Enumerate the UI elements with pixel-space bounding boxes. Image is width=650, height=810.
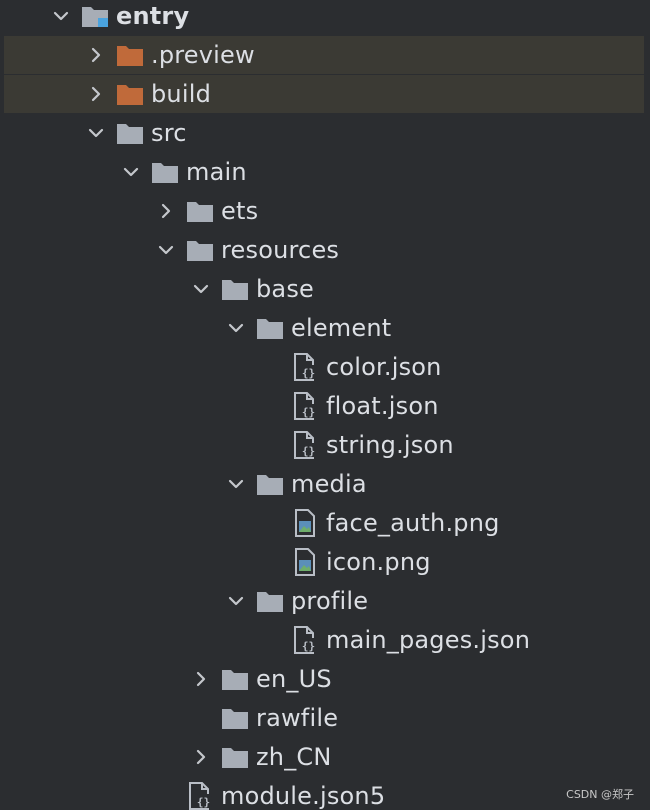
tree-row[interactable]: element [0,309,650,347]
tree-item-label: icon.png [326,548,431,576]
json-file-icon: {} [185,782,215,810]
chevron-down-icon[interactable] [225,473,247,495]
excluded-folder-icon [115,81,145,107]
tree-row[interactable]: {} module.json5 [0,777,650,810]
folder-icon [255,588,285,614]
tree-row[interactable]: resources [0,231,650,269]
chevron-down-icon[interactable] [120,161,142,183]
excluded-folder-icon [115,42,145,68]
chevron-right-icon[interactable] [190,668,212,690]
tree-item-label: string.json [326,431,454,459]
tree-item-label: element [291,314,392,342]
folder-icon [185,198,215,224]
chevron-down-icon[interactable] [85,122,107,144]
chevron-down-icon[interactable] [155,239,177,261]
tree-row[interactable]: {} color.json [0,348,650,386]
folder-icon [115,120,145,146]
tree-item-label: base [256,275,315,303]
svg-text:{}: {} [302,367,315,380]
folder-icon [220,666,250,692]
folder-icon [220,276,250,302]
tree-row[interactable]: build [4,75,644,113]
tree-row[interactable]: entry [0,0,650,35]
tree-item-label: src [151,119,187,147]
tree-row[interactable]: src [0,114,650,152]
folder-icon [220,705,250,731]
chevron-down-icon[interactable] [225,317,247,339]
tree-item-label: entry [116,2,190,30]
chevron-down-icon[interactable] [50,5,72,27]
chevron-right-icon[interactable] [190,746,212,768]
tree-row[interactable]: face_auth.png [0,504,650,542]
tree-item-label: media [291,470,367,498]
tree-item-label: ets [221,197,259,225]
chevron-right-icon[interactable] [155,200,177,222]
json-file-icon: {} [290,392,320,420]
folder-icon [255,471,285,497]
tree-row[interactable]: {} main_pages.json [0,621,650,659]
tree-item-label: resources [221,236,340,264]
tree-row[interactable]: rawfile [0,699,650,737]
chevron-down-icon[interactable] [225,590,247,612]
json-file-icon: {} [290,626,320,654]
module-folder-icon [80,3,110,29]
folder-icon [220,744,250,770]
chevron-right-icon[interactable] [85,83,107,105]
image-file-icon [290,509,320,537]
tree-row[interactable]: en_US [0,660,650,698]
svg-text:{}: {} [302,640,315,653]
tree-row[interactable]: main [0,153,650,191]
tree-item-label: zh_CN [256,743,332,771]
tree-row[interactable]: media [0,465,650,503]
tree-row[interactable]: {} float.json [0,387,650,425]
tree-item-label: color.json [326,353,442,381]
tree-row[interactable]: .preview [4,36,644,74]
folder-icon [255,315,285,341]
tree-item-label: main_pages.json [326,626,531,654]
json-file-icon: {} [290,353,320,381]
tree-row[interactable]: icon.png [0,543,650,581]
json-file-icon: {} [290,431,320,459]
svg-text:{}: {} [302,445,315,458]
chevron-right-icon[interactable] [85,44,107,66]
tree-row[interactable]: {} string.json [0,426,650,464]
tree-row[interactable]: base [0,270,650,308]
tree-item-label: main [186,158,247,186]
project-tree: entry .preview build src main ets resources bas… [0,0,650,810]
chevron-down-icon[interactable] [190,278,212,300]
tree-item-label: rawfile [256,704,339,732]
tree-row[interactable]: profile [0,582,650,620]
tree-item-label: .preview [151,41,255,69]
tree-row[interactable]: zh_CN [0,738,650,776]
svg-text:{}: {} [197,796,210,809]
tree-item-label: profile [291,587,369,615]
tree-item-label: face_auth.png [326,509,500,537]
folder-icon [185,237,215,263]
tree-item-label: float.json [326,392,439,420]
folder-icon [150,159,180,185]
watermark: CSDN @郑子 [566,788,634,801]
svg-text:{}: {} [302,406,315,419]
tree-row[interactable]: ets [0,192,650,230]
tree-item-label: module.json5 [221,782,386,810]
tree-item-label: build [151,80,212,108]
image-file-icon [290,548,320,576]
tree-item-label: en_US [256,665,332,693]
